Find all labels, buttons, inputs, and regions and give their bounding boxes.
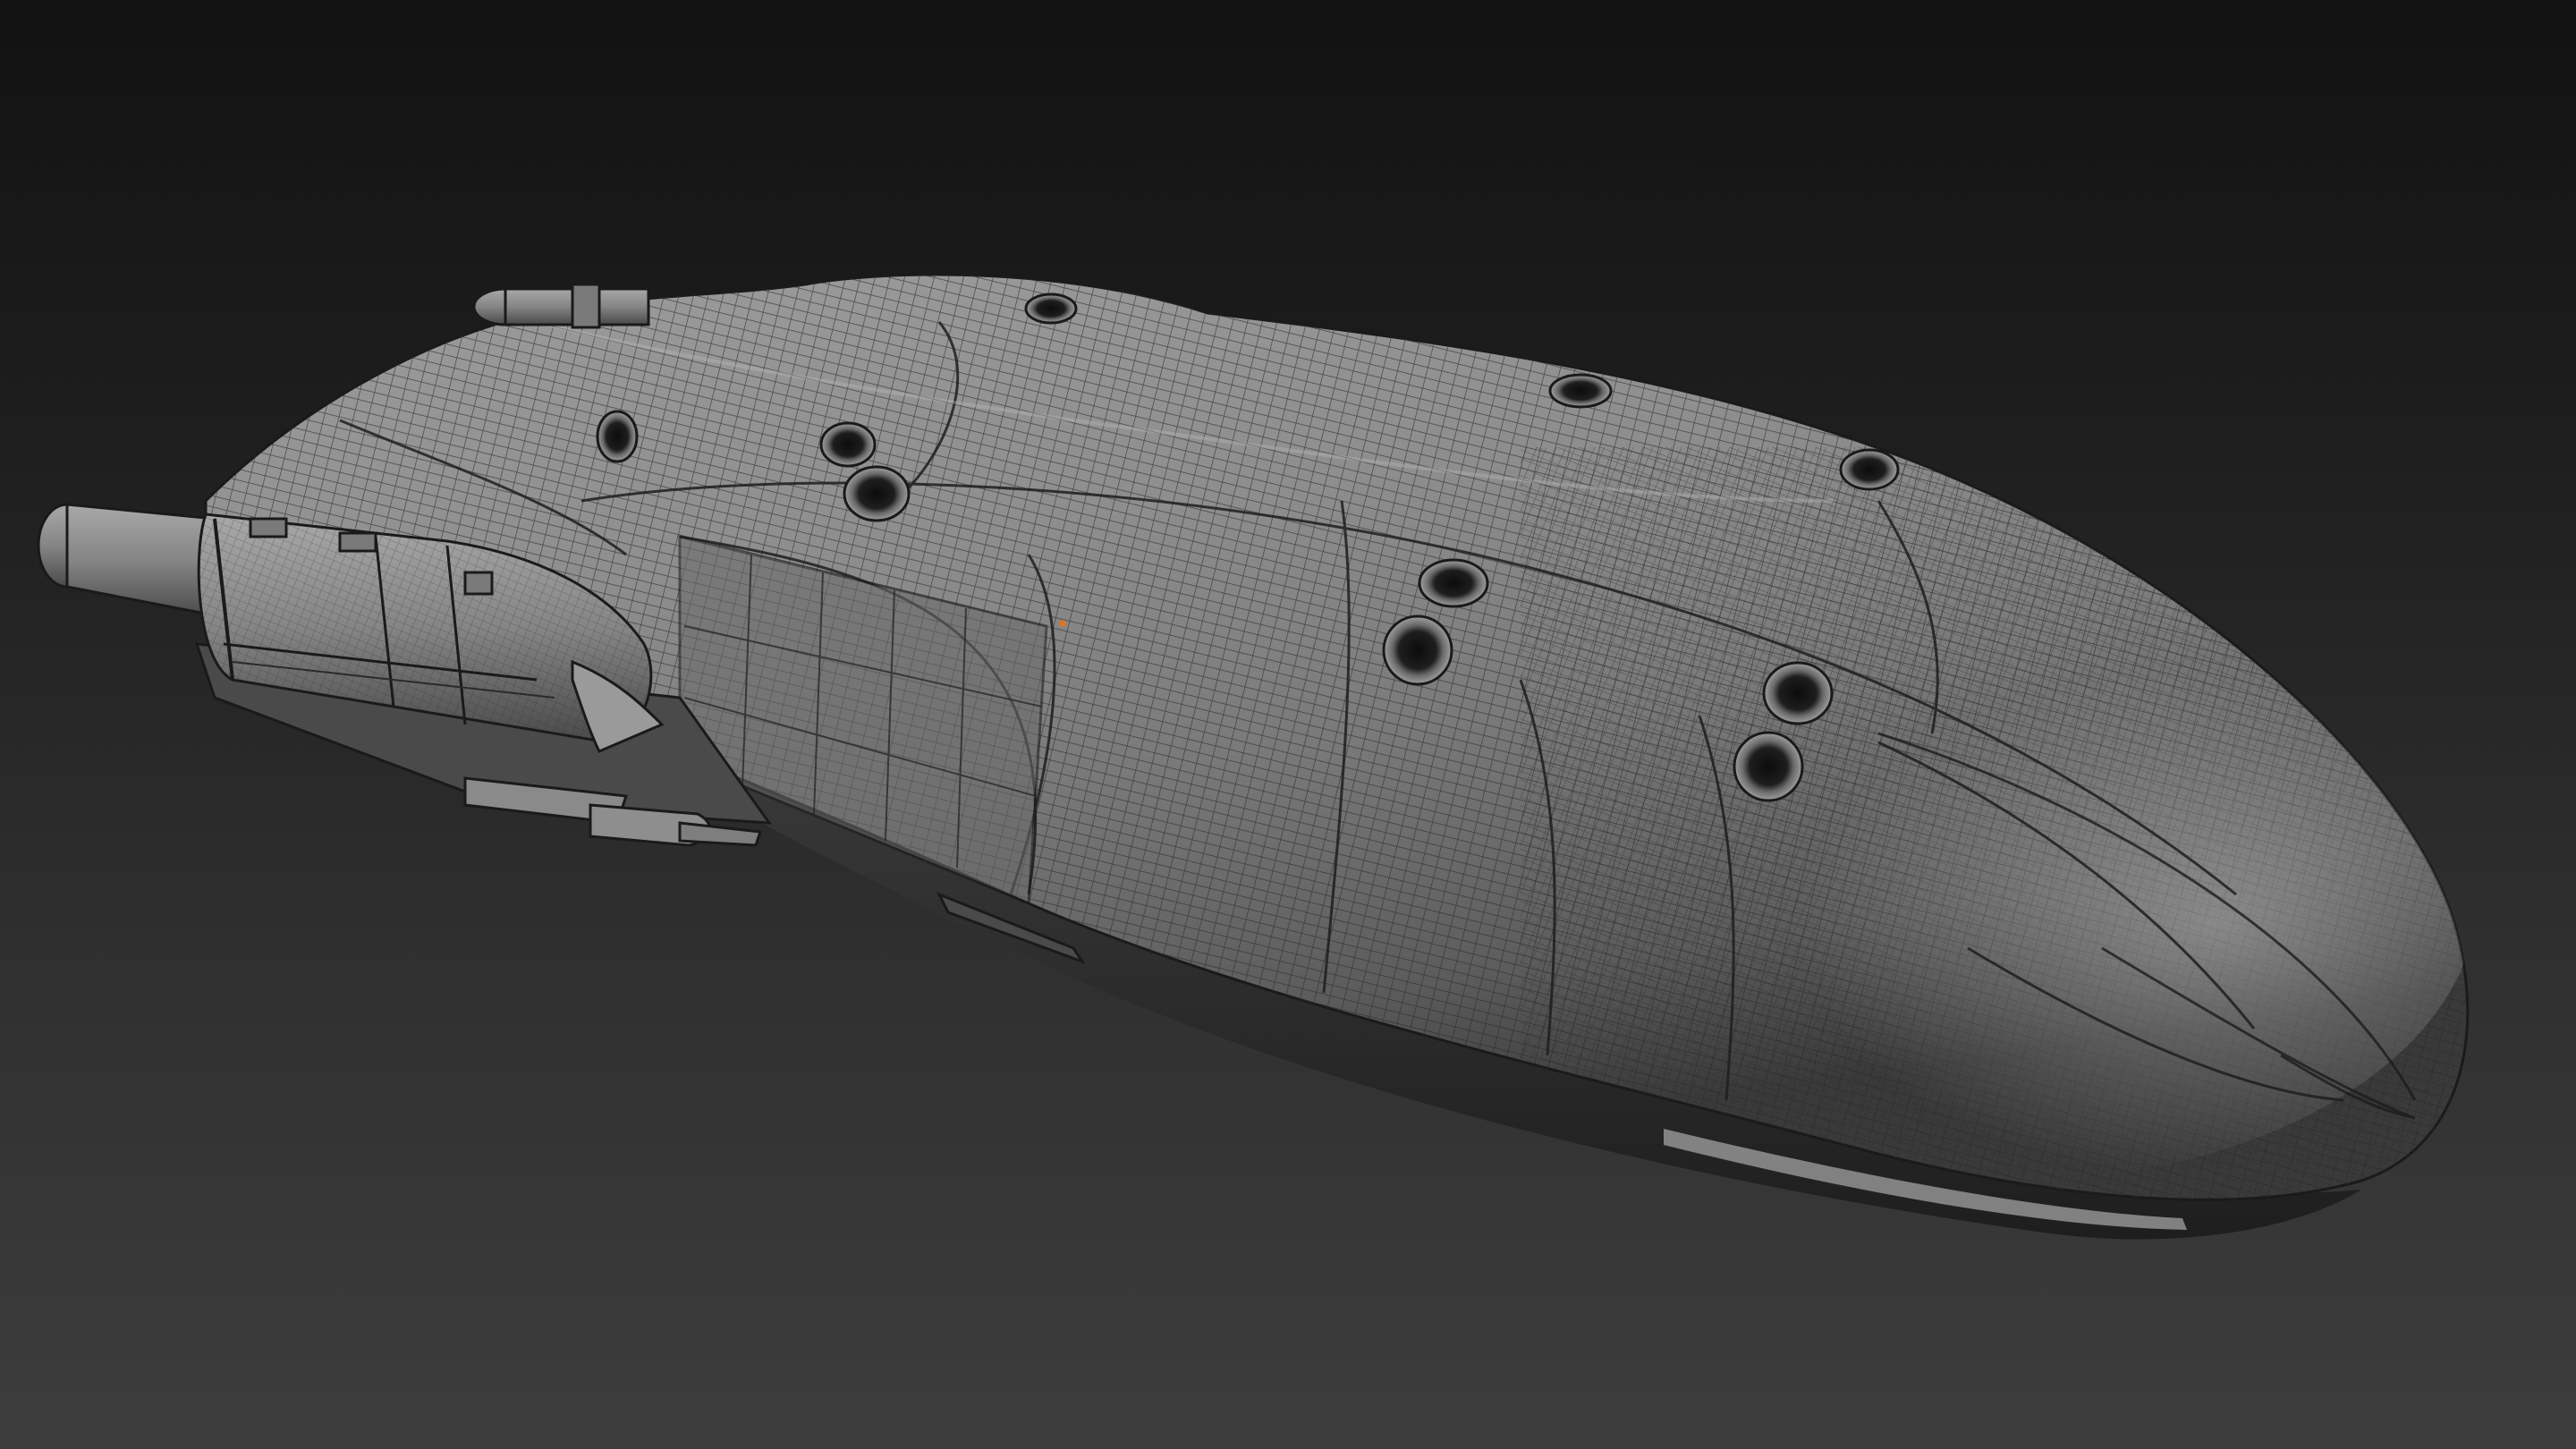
port-icon bbox=[1382, 614, 1453, 686]
port-icon bbox=[1418, 558, 1489, 608]
port-icon bbox=[819, 421, 877, 468]
port-icon bbox=[1762, 661, 1834, 725]
vertex-marker-icon[interactable] bbox=[1059, 620, 1066, 627]
port-icon bbox=[1024, 292, 1078, 325]
port-icon bbox=[1733, 731, 1804, 802]
port-icon bbox=[596, 410, 639, 463]
rear-thrusters bbox=[472, 283, 650, 329]
3d-viewport[interactable] bbox=[0, 0, 2576, 1449]
scene-canvas[interactable] bbox=[0, 0, 2576, 1449]
port-icon bbox=[1548, 373, 1613, 409]
port-icon bbox=[843, 465, 911, 522]
port-icon bbox=[1839, 448, 1900, 491]
